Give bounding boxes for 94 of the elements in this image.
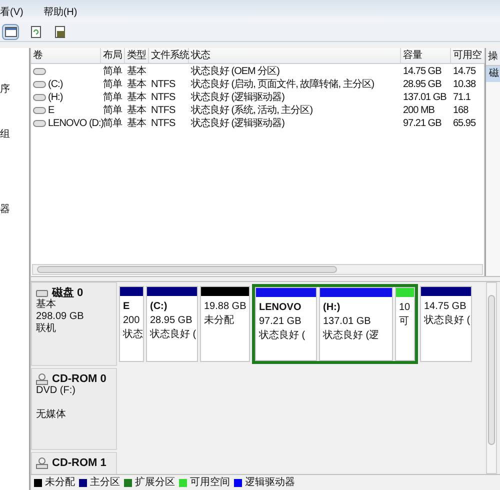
menu-item[interactable]: 帮助(H) <box>43 5 78 20</box>
table-cell: 基本 <box>127 91 146 104</box>
disk-label[interactable]: CD-ROM 0 DVD (F:) 无媒体 <box>31 368 117 450</box>
partition-text: 14.75 GB <box>424 300 468 314</box>
partition-text: 状态良好 ( <box>424 314 468 328</box>
disk-name: 磁盘 0 <box>52 287 84 299</box>
partition[interactable]: 10 可 <box>395 287 415 361</box>
sidebar-item[interactable]: 器 <box>0 202 29 217</box>
disk-info: 298.09 GB <box>36 311 85 322</box>
table-cell: 97.21 GB <box>403 117 442 130</box>
action-item[interactable]: 磁 <box>486 66 500 82</box>
partition-text: 19.88 GB <box>204 300 246 314</box>
disk-info: 联机 <box>36 323 57 335</box>
partition-text: E <box>123 300 131 314</box>
table-cell: 200 MB <box>403 104 434 117</box>
legend-label: 扩展分区 <box>135 476 175 490</box>
partition-text: 97.21 GB <box>259 315 302 329</box>
table-cell: 14.75 <box>453 65 476 78</box>
table-cell: 71.1 <box>453 91 470 104</box>
table-cell: 状态良好 (系统, 活动, 主分区) <box>191 104 313 117</box>
partition[interactable]: 14.75 GB 状态良好 ( <box>420 286 472 362</box>
drive-icon <box>33 120 46 127</box>
partition-text: 状态良好 (逻 <box>323 329 380 343</box>
table-cell: 状态良好 (逻辑驱动器) <box>191 117 284 130</box>
menu-item[interactable]: 看(V) <box>0 5 24 20</box>
table-cell: 简单 <box>103 65 122 78</box>
partition[interactable]: (C:) 28.95 GB 状态良好 ( <box>146 286 198 362</box>
partition-text: 137.01 GB <box>323 315 372 329</box>
view-button[interactable] <box>2 24 19 40</box>
partition-text: 未分配 <box>204 314 235 328</box>
partition-text: 200 <box>123 314 140 328</box>
column-header[interactable]: 卷 <box>31 48 101 63</box>
table-cell: LENOVO (D:) <box>48 117 104 130</box>
disk-info: 无媒体 <box>36 409 67 421</box>
partition-text: 状态良好 ( <box>259 329 306 343</box>
table-cell: 状态良好 (OEM 分区) <box>191 65 280 78</box>
drive-icon <box>33 68 46 75</box>
table-cell: 137.01 GB <box>403 91 446 104</box>
partition[interactable]: 19.88 GB 未分配 <box>200 286 250 362</box>
table-cell: 168 <box>453 104 468 117</box>
drive-icon <box>33 94 46 101</box>
table-cell: 状态良好 (启动, 页面文件, 故障转储, 主分区) <box>191 78 374 91</box>
partition[interactable]: (H:) 137.01 GB 状态良好 (逻 <box>319 287 393 361</box>
table-cell: NTFS <box>151 104 176 117</box>
table-cell: NTFS <box>151 117 176 130</box>
disk-label[interactable]: 磁盘 0 基本 298.09 GB 联机 <box>31 282 117 366</box>
table-cell: 14.75 GB <box>403 65 442 78</box>
legend-label: 主分区 <box>90 476 120 490</box>
partition-text: (H:) <box>323 301 342 315</box>
table-cell: 简单 <box>103 91 122 104</box>
disk-name: CD-ROM 1 <box>52 457 106 469</box>
partition-text: 28.95 GB <box>150 314 194 328</box>
table-cell: 简单 <box>103 78 122 91</box>
table-cell: 简单 <box>103 104 122 117</box>
column-header[interactable]: 类型 <box>125 48 149 63</box>
disk-label[interactable]: CD-ROM 1 <box>31 452 117 474</box>
partition-text: 可 <box>399 315 410 329</box>
table-cell: 65.95 <box>453 117 476 130</box>
table-cell: 状态良好 (逻辑驱动器) <box>191 91 284 104</box>
table-cell: 28.95 GB <box>403 78 442 91</box>
table-cell: 基本 <box>127 104 146 117</box>
disk-info: 基本 <box>36 299 57 311</box>
sidebar-item[interactable]: 序 <box>0 82 29 97</box>
column-header[interactable]: 布局 <box>101 48 125 63</box>
column-header[interactable]: 状态 <box>189 48 401 63</box>
actions-header: 操 <box>486 48 500 66</box>
sidebar-item[interactable]: 组 <box>0 127 29 142</box>
partition-text: (C:) <box>150 300 168 314</box>
table-cell: E <box>48 104 54 117</box>
table-cell: 基本 <box>127 65 146 78</box>
partition-text: 状态良好 ( <box>150 328 194 342</box>
table-cell: NTFS <box>151 78 176 91</box>
drive-icon <box>33 107 46 114</box>
column-header[interactable]: 容量 <box>401 48 451 63</box>
table-cell: 基本 <box>127 117 146 130</box>
table-cell: 基本 <box>127 78 146 91</box>
cd-drive-icon <box>36 373 48 385</box>
partition-text: LENOVO <box>259 301 302 315</box>
legend-label: 可用空间 <box>190 476 230 490</box>
cd-drive-icon <box>36 457 48 469</box>
table-cell: NTFS <box>151 91 176 104</box>
column-header[interactable]: 文件系统 <box>149 48 189 63</box>
partition[interactable]: LENOVO 97.21 GB 状态良好 ( <box>255 287 317 361</box>
table-cell: (C:) <box>48 78 63 91</box>
table-cell: (H:) <box>48 91 63 104</box>
legend-label: 逻辑驱动器 <box>245 476 295 490</box>
disk-info: DVD (F:) <box>36 385 76 397</box>
legend-label: 未分配 <box>45 476 75 490</box>
drive-icon <box>33 81 46 88</box>
disk-name: CD-ROM 0 <box>52 373 106 385</box>
table-cell: 简单 <box>103 117 122 130</box>
partition-text: 10 <box>399 301 411 315</box>
table-cell: 10.38 <box>453 78 476 91</box>
partition[interactable]: E 200 状态 <box>119 286 144 362</box>
